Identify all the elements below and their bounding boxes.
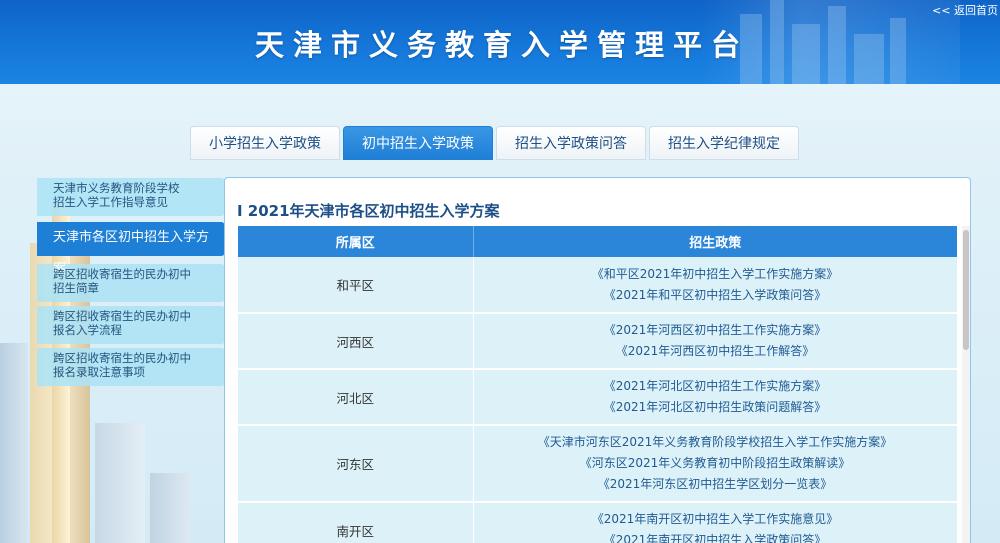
column-header-policy: 招生政策 (473, 226, 957, 257)
tab-primary-school-policy[interactable]: 小学招生入学政策 (190, 126, 340, 160)
scrollbar-thumb[interactable] (963, 230, 969, 350)
sidebar-item-private-process[interactable]: 跨区招收寄宿生的民办初中 报名入学流程 (37, 306, 225, 344)
policy-link[interactable]: 《2021年和平区初中招生入学政策问答》 (474, 285, 957, 306)
policy-table: 所属区 招生政策 和平区 《和平区2021年初中招生入学工作实施方案》 《202… (238, 226, 957, 543)
table-row: 南开区 《2021年南开区初中招生入学工作实施意见》 《2021年南开区初中招生… (238, 502, 957, 543)
sidebar-item-label: 招生入学工作指导意见 (53, 195, 168, 209)
policy-cell: 《2021年南开区初中招生入学工作实施意见》 《2021年南开区初中招生入学政策… (473, 502, 957, 543)
policy-link[interactable]: 《2021年河西区初中招生工作实施方案》 (474, 320, 957, 341)
policy-link[interactable]: 《2021年河西区初中招生工作解答》 (474, 341, 957, 362)
sidebar-item-label: 报名入学流程 (53, 323, 122, 337)
tab-discipline-rules[interactable]: 招生入学纪律规定 (649, 126, 799, 160)
sidebar-item-district-plans[interactable]: 天津市各区初中招生入学方案 (37, 222, 225, 277)
district-cell: 河北区 (238, 369, 474, 426)
sidebar-item-label: 跨区招收寄宿生的民办初中 (53, 351, 191, 365)
district-cell: 和平区 (238, 257, 474, 314)
sidebar-item-label: 天津市义务教育阶段学校 (53, 181, 180, 195)
table-row: 河西区 《2021年河西区初中招生工作实施方案》 《2021年河西区初中招生工作… (238, 313, 957, 370)
policy-link[interactable]: 《2021年河东区初中招生学区划分一览表》 (474, 474, 957, 495)
platform-title: 天津市义务教育入学管理平台 (255, 28, 750, 62)
page-title: I 2021年天津市各区初中招生入学方案 (237, 202, 500, 220)
sidebar-item-label: 跨区招收寄宿生的民办初中 (53, 267, 191, 281)
table-row: 河北区 《2021年河北区初中招生工作实施方案》 《2021年河北区初中招生政策… (238, 369, 957, 426)
policy-tabs: 小学招生入学政策 初中招生入学政策 招生入学政策问答 招生入学纪律规定 (190, 126, 799, 160)
district-cell: 南开区 (238, 502, 474, 543)
column-header-district: 所属区 (238, 226, 474, 257)
policy-table-container: 所属区 招生政策 和平区 《和平区2021年初中招生入学工作实施方案》 《202… (238, 226, 957, 543)
policy-cell: 《和平区2021年初中招生入学工作实施方案》 《2021年和平区初中招生入学政策… (473, 257, 957, 314)
policy-link[interactable]: 《2021年南开区初中招生入学工作实施意见》 (474, 509, 957, 530)
policy-link[interactable]: 《2021年河北区初中招生政策问题解答》 (474, 397, 957, 418)
sidebar-item-private-notes[interactable]: 跨区招收寄宿生的民办初中 报名录取注意事项 (37, 348, 225, 386)
policy-link[interactable]: 《天津市河东区2021年义务教育阶段学校招生入学工作实施方案》 (474, 432, 957, 453)
policy-cell: 《2021年河北区初中招生工作实施方案》 《2021年河北区初中招生政策问题解答… (473, 369, 957, 426)
policy-link[interactable]: 《和平区2021年初中招生入学工作实施方案》 (474, 264, 957, 285)
vertical-scrollbar[interactable] (962, 226, 970, 543)
table-row: 和平区 《和平区2021年初中招生入学工作实施方案》 《2021年和平区初中招生… (238, 257, 957, 314)
sidebar-item-private-brochure[interactable]: 跨区招收寄宿生的民办初中 招生简章 (37, 264, 225, 302)
header-banner: 天津市义务教育入学管理平台 << 返回首页 (0, 0, 1000, 84)
sidebar-item-label: 跨区招收寄宿生的民办初中 (53, 309, 191, 323)
sidebar-item-label: 招生简章 (53, 281, 99, 295)
tab-middle-school-policy[interactable]: 初中招生入学政策 (343, 126, 493, 160)
district-cell: 河西区 (238, 313, 474, 370)
policy-link[interactable]: 《2021年南开区初中招生入学政策问答》 (474, 530, 957, 543)
table-header-row: 所属区 招生政策 (238, 226, 957, 257)
sidebar-item-label: 报名录取注意事项 (53, 365, 145, 379)
policy-link[interactable]: 《2021年河北区初中招生工作实施方案》 (474, 376, 957, 397)
policy-cell: 《2021年河西区初中招生工作实施方案》 《2021年河西区初中招生工作解答》 (473, 313, 957, 370)
sidebar-menu: 天津市义务教育阶段学校 招生入学工作指导意见 天津市各区初中招生入学方案 跨区招… (37, 178, 225, 390)
table-row: 河东区 《天津市河东区2021年义务教育阶段学校招生入学工作实施方案》 《河东区… (238, 425, 957, 503)
policy-link[interactable]: 《河东区2021年义务教育初中阶段招生政策解读》 (474, 453, 957, 474)
content-panel: I 2021年天津市各区初中招生入学方案 所属区 招生政策 和平区 《和平区20… (224, 177, 971, 543)
back-home-link[interactable]: << 返回首页 (932, 2, 998, 18)
sidebar-item-guidance[interactable]: 天津市义务教育阶段学校 招生入学工作指导意见 (37, 178, 225, 216)
policy-cell: 《天津市河东区2021年义务教育阶段学校招生入学工作实施方案》 《河东区2021… (473, 425, 957, 503)
district-cell: 河东区 (238, 425, 474, 503)
tab-policy-qa[interactable]: 招生入学政策问答 (496, 126, 646, 160)
